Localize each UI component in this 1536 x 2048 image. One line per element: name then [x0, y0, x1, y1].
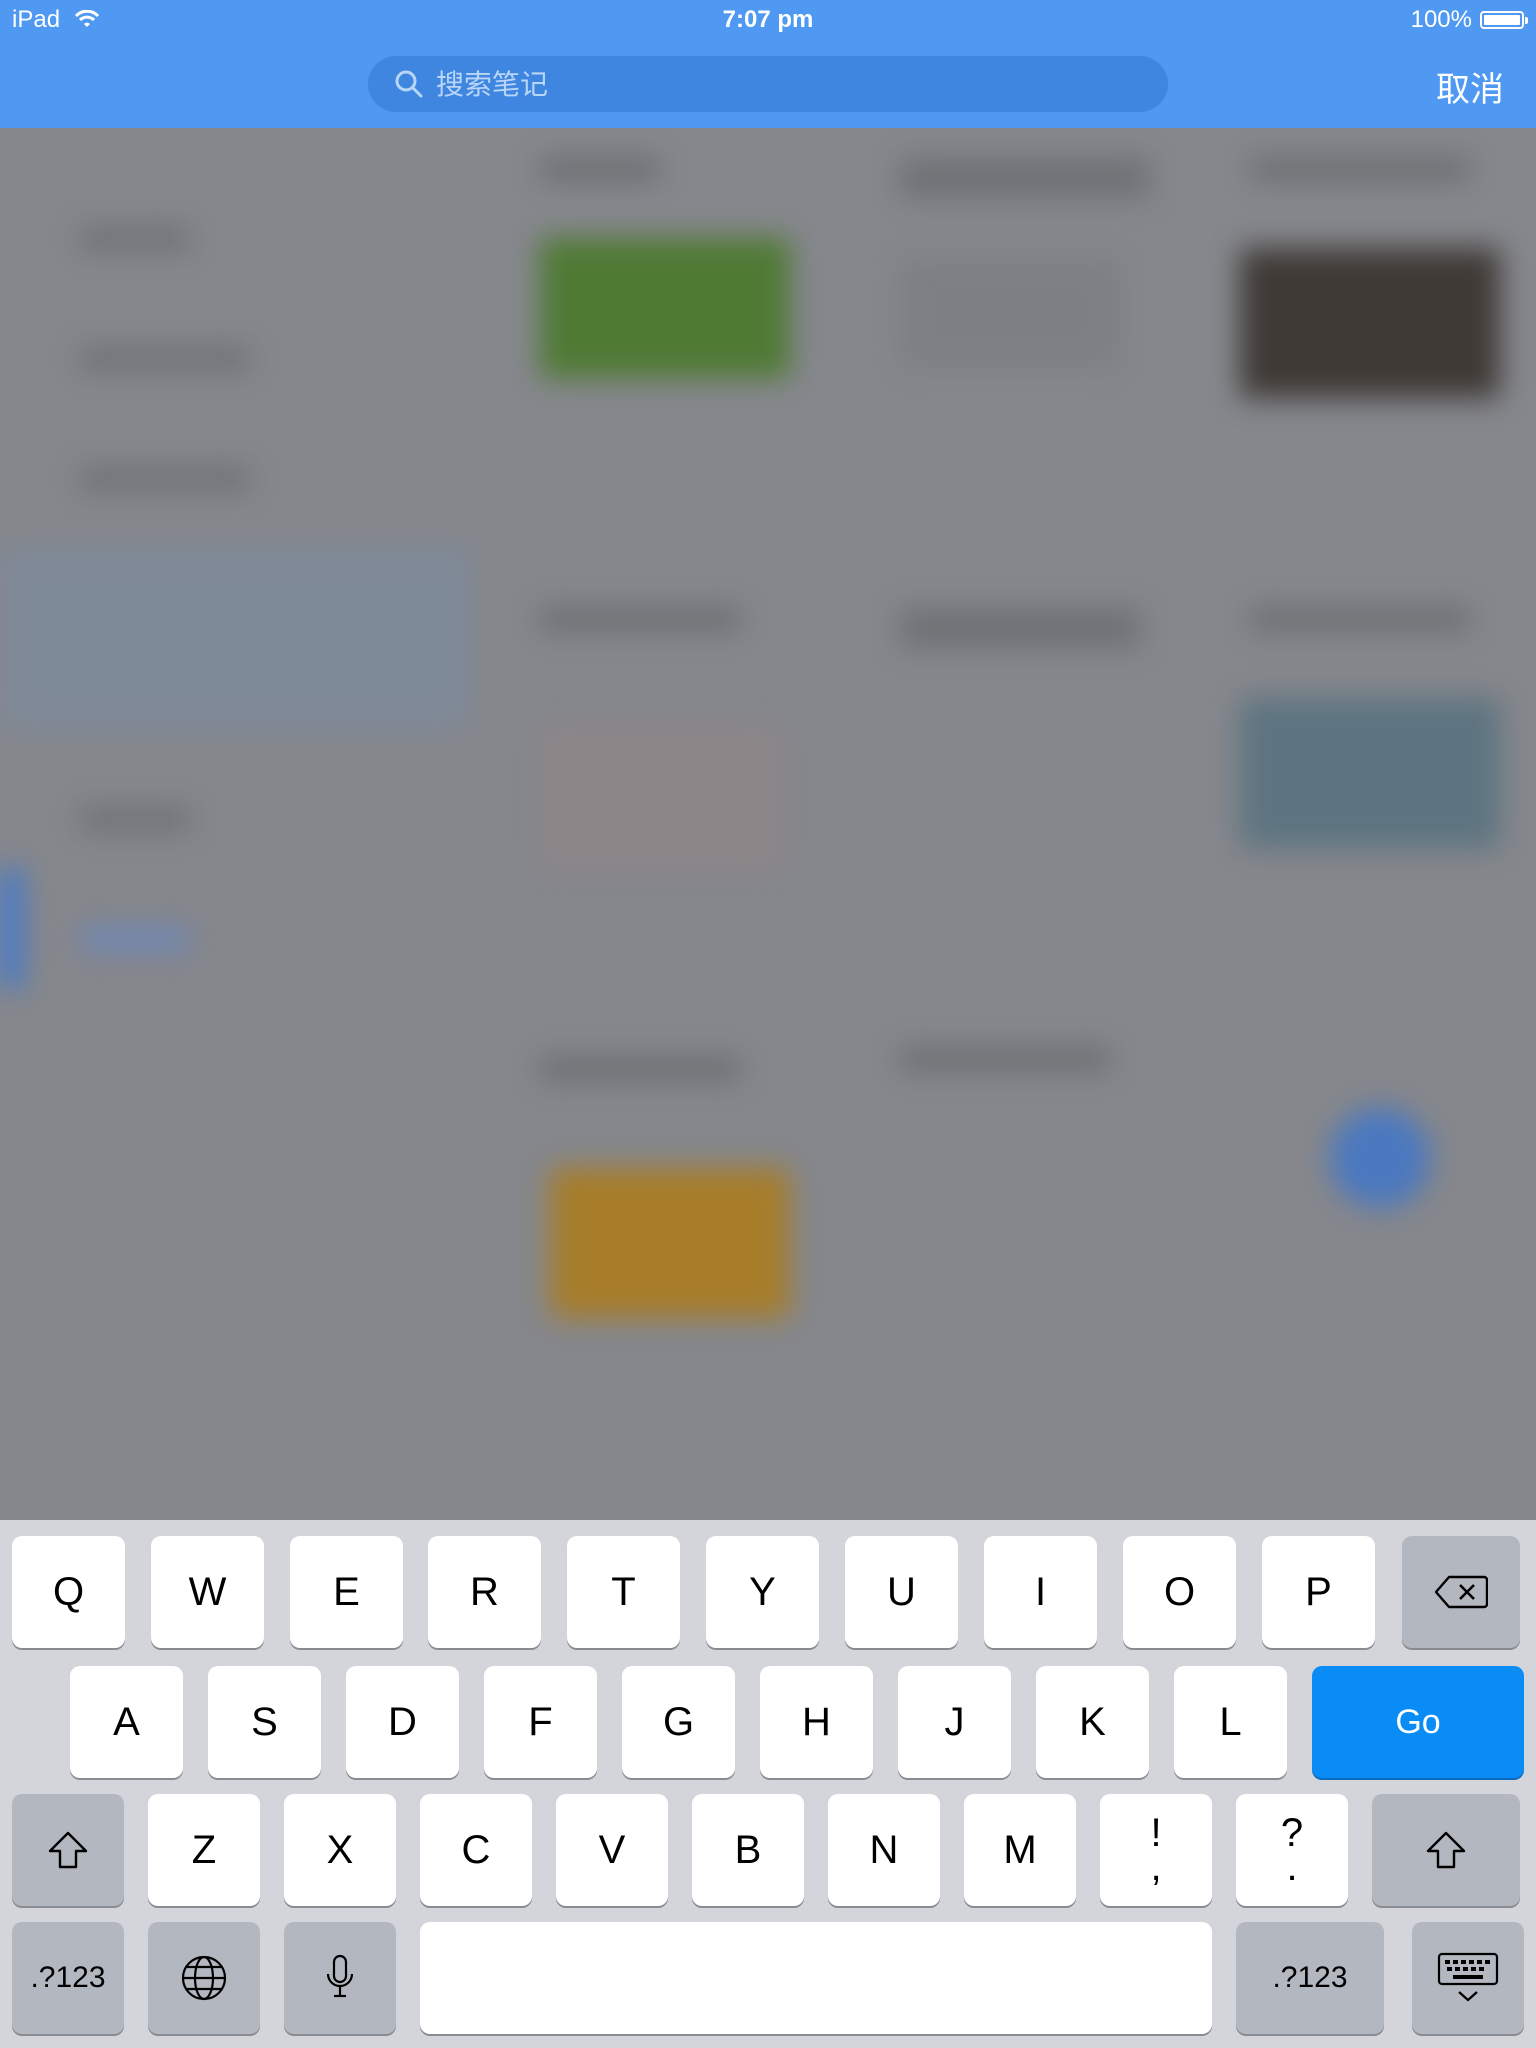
- key-u[interactable]: U: [845, 1536, 958, 1648]
- keyboard-hide-icon: [1437, 1952, 1499, 2002]
- key-bottom-char: ,: [1150, 1845, 1162, 1889]
- key-exclamation-comma[interactable]: ! ,: [1100, 1794, 1212, 1906]
- key-o[interactable]: O: [1123, 1536, 1236, 1648]
- shift-icon: [1426, 1831, 1466, 1869]
- key-q[interactable]: Q: [12, 1536, 125, 1648]
- key-r[interactable]: R: [428, 1536, 541, 1648]
- battery-icon: [1480, 11, 1528, 29]
- key-p[interactable]: P: [1262, 1536, 1375, 1648]
- globe-key[interactable]: [148, 1922, 260, 2034]
- keyboard: Q W E R T Y U I O P A S D F G H J K L Go…: [0, 1520, 1536, 2048]
- status-bar: iPad 7:07 pm 100%: [0, 0, 1536, 40]
- key-h[interactable]: H: [760, 1666, 873, 1778]
- top-bar: iPad 7:07 pm 100% 取消: [0, 0, 1536, 128]
- key-f[interactable]: F: [484, 1666, 597, 1778]
- shift-key-right[interactable]: [1372, 1794, 1520, 1906]
- microphone-icon: [326, 1954, 354, 1998]
- go-key[interactable]: Go: [1312, 1666, 1524, 1778]
- backspace-icon: [1434, 1575, 1488, 1609]
- blurred-notes-background: [0, 128, 1536, 1520]
- key-w[interactable]: W: [151, 1536, 264, 1648]
- key-bottom-char: .: [1286, 1845, 1298, 1889]
- numbers-key-left[interactable]: .?123: [12, 1922, 124, 2034]
- key-g[interactable]: G: [622, 1666, 735, 1778]
- key-x[interactable]: X: [284, 1794, 396, 1906]
- numbers-key-right[interactable]: .?123: [1236, 1922, 1384, 2034]
- key-k[interactable]: K: [1036, 1666, 1149, 1778]
- search-bar[interactable]: [368, 56, 1168, 112]
- battery-percent: 100%: [1410, 6, 1472, 33]
- search-icon: [395, 70, 423, 98]
- key-question-period[interactable]: ? .: [1236, 1794, 1348, 1906]
- backspace-key[interactable]: [1402, 1536, 1520, 1648]
- space-key[interactable]: [420, 1922, 1212, 2034]
- key-y[interactable]: Y: [706, 1536, 819, 1648]
- key-s[interactable]: S: [208, 1666, 321, 1778]
- key-v[interactable]: V: [556, 1794, 668, 1906]
- key-n[interactable]: N: [828, 1794, 940, 1906]
- key-j[interactable]: J: [898, 1666, 1011, 1778]
- clock: 7:07 pm: [722, 6, 814, 33]
- search-input[interactable]: [434, 66, 1138, 102]
- key-c[interactable]: C: [420, 1794, 532, 1906]
- dictation-key[interactable]: [284, 1922, 396, 2034]
- key-e[interactable]: E: [290, 1536, 403, 1648]
- key-t[interactable]: T: [567, 1536, 680, 1648]
- key-a[interactable]: A: [70, 1666, 183, 1778]
- key-i[interactable]: I: [984, 1536, 1097, 1648]
- shift-key-left[interactable]: [12, 1794, 124, 1906]
- key-z[interactable]: Z: [148, 1794, 260, 1906]
- shift-icon: [48, 1831, 88, 1869]
- key-l[interactable]: L: [1174, 1666, 1287, 1778]
- key-b[interactable]: B: [692, 1794, 804, 1906]
- globe-icon: [181, 1955, 227, 2001]
- hide-keyboard-key[interactable]: [1412, 1922, 1524, 2034]
- key-d[interactable]: D: [346, 1666, 459, 1778]
- key-m[interactable]: M: [964, 1794, 1076, 1906]
- cancel-button[interactable]: 取消: [1436, 62, 1504, 111]
